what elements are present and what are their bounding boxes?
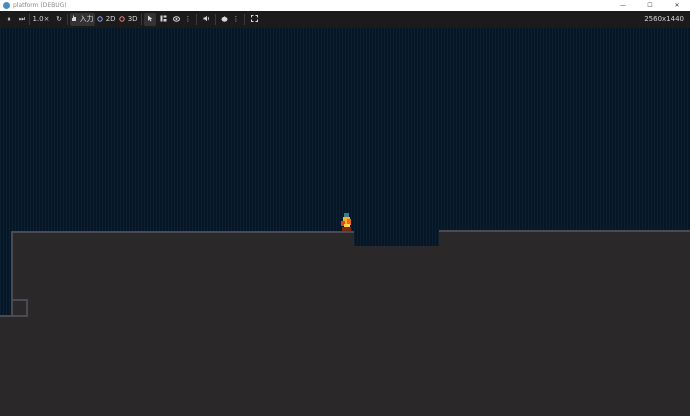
camera-icon — [172, 16, 180, 22]
window-titlebar: platform (DEBUG) — ☐ ✕ — [0, 0, 690, 11]
select-mode-button[interactable] — [144, 13, 156, 26]
fullscreen-icon — [250, 15, 258, 22]
step-icon: ⏭ — [18, 15, 26, 23]
camera-override-button[interactable] — [170, 13, 182, 26]
input-hand-icon — [72, 15, 77, 21]
fullscreen-button[interactable] — [248, 13, 260, 26]
step-frame-button[interactable]: ⏭ — [16, 13, 28, 26]
audio-icon — [203, 15, 209, 22]
godot-app-icon — [3, 2, 10, 9]
select-cursor-icon — [148, 15, 153, 22]
menu-dots-icon: ⋮ — [184, 15, 192, 23]
more-options-button[interactable]: ⋮ — [231, 13, 241, 26]
menu-dots-icon: ⋮ — [232, 15, 240, 23]
sound-icon — [221, 16, 227, 22]
mode-2d-button[interactable]: 2D — [97, 13, 116, 26]
reset-speed-icon: ↻ — [56, 15, 62, 23]
sound-button[interactable] — [218, 13, 230, 26]
ground-edge-top — [0, 315, 28, 317]
ground-edge-top — [11, 231, 354, 233]
pause-icon: ⏸ — [7, 15, 11, 23]
ground-edge-top — [439, 230, 690, 232]
close-button[interactable]: ✕ — [666, 0, 688, 11]
node-2d-icon — [97, 16, 104, 22]
speed-selector[interactable]: 1.0× — [31, 13, 51, 26]
window-title: platform (DEBUG) — [13, 2, 67, 9]
ground-platform-left — [11, 231, 354, 416]
toolbar-separator — [141, 14, 142, 25]
node-3d-icon — [119, 16, 126, 22]
toolbar-separator — [244, 14, 245, 25]
ground-pit — [354, 246, 440, 416]
toolbar-separator — [215, 14, 216, 25]
mode-3d-label: 3D — [127, 15, 138, 23]
toolbar-separator — [67, 14, 68, 25]
player-character — [341, 213, 351, 231]
game-viewport[interactable] — [0, 28, 690, 416]
ground-edge-wall — [11, 231, 13, 316]
mode-3d-button[interactable]: 3D — [119, 13, 138, 26]
toolbar-separator — [29, 14, 30, 25]
reset-speed-button[interactable]: ↻ — [54, 13, 64, 26]
maximize-button[interactable]: ☐ — [639, 0, 661, 11]
input-mode-button[interactable]: 入力 — [70, 13, 95, 26]
toolbar-separator — [196, 14, 197, 25]
resolution-label: 2560x1440 — [644, 15, 684, 23]
input-label: 入力 — [79, 15, 94, 23]
list-select-icon — [160, 15, 166, 22]
mode-2d-label: 2D — [105, 15, 116, 23]
pause-button[interactable]: ⏸ — [3, 13, 15, 26]
mute-audio-button[interactable] — [200, 13, 212, 26]
ground-platform-right — [439, 230, 690, 416]
game-toolbar: ⏸ ⏭ 1.0× ↻ 入力 2D 3D ⋮ ⋮ 2560x1440 — [0, 11, 690, 28]
list-select-button[interactable] — [157, 13, 169, 26]
camera-options-button[interactable]: ⋮ — [183, 13, 193, 26]
minimize-button[interactable]: — — [612, 0, 634, 11]
